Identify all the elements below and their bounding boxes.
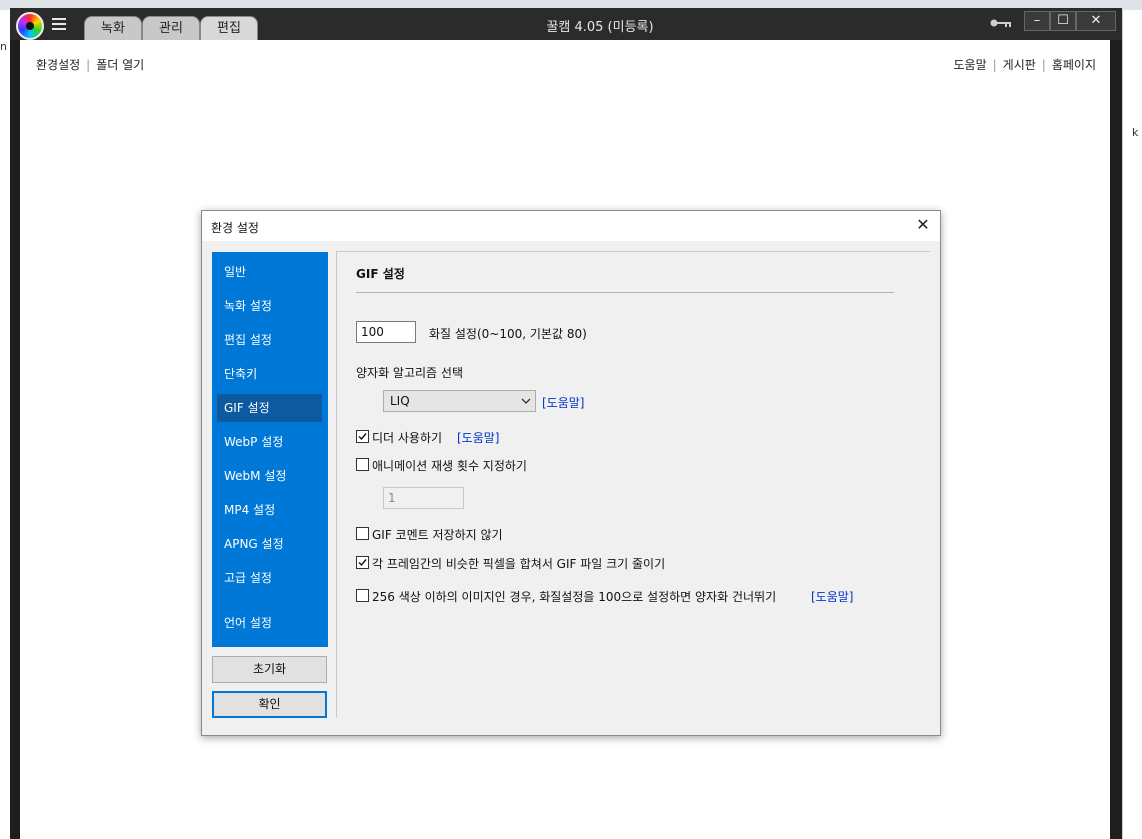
skip-quantization-label: 256 색상 이하의 이미지인 경우, 화질설정을 100으로 설정하면 양자화…: [372, 590, 777, 604]
merge-pixels-label: 각 프레임간의 비슷한 픽셀을 합쳐서 GIF 파일 크기 줄이기: [372, 557, 666, 571]
checkmark-icon: [358, 559, 367, 567]
title-bar: 녹화 관리 편집 꿀캠 4.05 (미등록) – ☐ ✕: [10, 8, 1122, 40]
background-text-fragment: n: [0, 40, 7, 53]
quantizer-label: 양자화 알고리즘 선택: [356, 366, 463, 380]
sidebar-item-language-settings[interactable]: 언어 설정: [217, 609, 322, 637]
tab-manage[interactable]: 관리: [142, 16, 200, 40]
sidebar-item-edit-settings[interactable]: 편집 설정: [217, 326, 322, 354]
checkmark-icon: [358, 433, 367, 441]
settings-link[interactable]: 환경설정: [36, 58, 80, 72]
loop-count-checkbox[interactable]: [356, 458, 369, 471]
sidebar-item-webp-settings[interactable]: WebP 설정: [217, 428, 322, 456]
app-logo-icon[interactable]: [16, 12, 44, 40]
dither-checkbox[interactable]: [356, 430, 369, 443]
divider: [356, 292, 894, 293]
chevron-down-icon: [521, 398, 531, 404]
quality-label: 화질 설정(0~100, 기본값 80): [429, 327, 587, 341]
background-window-right: k: [1122, 10, 1142, 839]
quantizer-help-link[interactable]: [도움말]: [542, 394, 584, 411]
sidebar-item-mp4-settings[interactable]: MP4 설정: [217, 496, 322, 524]
open-folder-link[interactable]: 폴더 열기: [96, 58, 144, 72]
sidebar-item-gif-settings[interactable]: GIF 설정: [217, 394, 322, 422]
sidebar-item-advanced-settings[interactable]: 고급 설정: [217, 564, 322, 592]
settings-sidebar: 일반 녹화 설정 편집 설정 단축키 GIF 설정 WebP 설정 WebM 설…: [212, 252, 328, 647]
skip-quantization-help-link[interactable]: [도움말]: [811, 588, 853, 605]
window-title: 꿀캠 4.05 (미등록): [546, 20, 654, 35]
loop-count-input[interactable]: 1: [383, 487, 464, 509]
toolbar-right: 도움말 | 게시판 | 홈페이지: [953, 58, 1096, 72]
settings-dialog: 환경 설정 ✕ 일반 녹화 설정 편집 설정 단축키 GIF 설정 WebP 설…: [201, 210, 941, 736]
maximize-button[interactable]: ☐: [1050, 11, 1076, 31]
dialog-title-bar: 환경 설정 ✕: [202, 211, 940, 241]
minimize-button[interactable]: –: [1024, 11, 1050, 31]
merge-pixels-checkbox[interactable]: [356, 556, 369, 569]
dither-label: 디더 사용하기: [372, 431, 443, 445]
tab-record[interactable]: 녹화: [84, 16, 142, 40]
background-text-fragment: k: [1132, 126, 1139, 139]
homepage-link[interactable]: 홈페이지: [1052, 58, 1096, 72]
toolbar-left: 환경설정 | 폴더 열기: [36, 58, 145, 72]
sidebar-item-webm-settings[interactable]: WebM 설정: [217, 462, 322, 490]
quality-input[interactable]: 100: [356, 321, 416, 343]
loop-count-label: 애니메이션 재생 횟수 지정하기: [372, 459, 527, 473]
skip-quantization-checkbox[interactable]: [356, 589, 369, 602]
no-comment-label: GIF 코멘트 저장하지 않기: [372, 528, 503, 542]
dialog-close-icon[interactable]: ✕: [914, 216, 932, 234]
sidebar-item-record-settings[interactable]: 녹화 설정: [217, 292, 322, 320]
background-window-left: n: [0, 10, 10, 839]
sidebar-item-apng-settings[interactable]: APNG 설정: [217, 530, 322, 558]
close-button[interactable]: ✕: [1076, 11, 1116, 31]
no-comment-checkbox[interactable]: [356, 527, 369, 540]
hamburger-menu-icon[interactable]: [52, 18, 66, 30]
quantizer-selected-value: LIQ: [390, 394, 410, 408]
tab-edit[interactable]: 편집: [200, 16, 258, 40]
board-link[interactable]: 게시판: [1003, 58, 1036, 72]
sidebar-item-general[interactable]: 일반: [217, 258, 322, 286]
quantizer-select[interactable]: LIQ: [383, 390, 536, 412]
ok-button[interactable]: 확인: [212, 691, 327, 718]
panel-title: GIF 설정: [356, 267, 405, 281]
gif-settings-panel: GIF 설정 100 화질 설정(0~100, 기본값 80) 양자화 알고리즘…: [336, 251, 930, 718]
dialog-title: 환경 설정: [211, 221, 259, 235]
dither-help-link[interactable]: [도움말]: [457, 429, 499, 446]
key-icon[interactable]: [990, 17, 1012, 29]
sidebar-item-shortcuts[interactable]: 단축키: [217, 360, 322, 388]
help-link[interactable]: 도움말: [953, 58, 986, 72]
reset-button[interactable]: 초기화: [212, 656, 327, 683]
